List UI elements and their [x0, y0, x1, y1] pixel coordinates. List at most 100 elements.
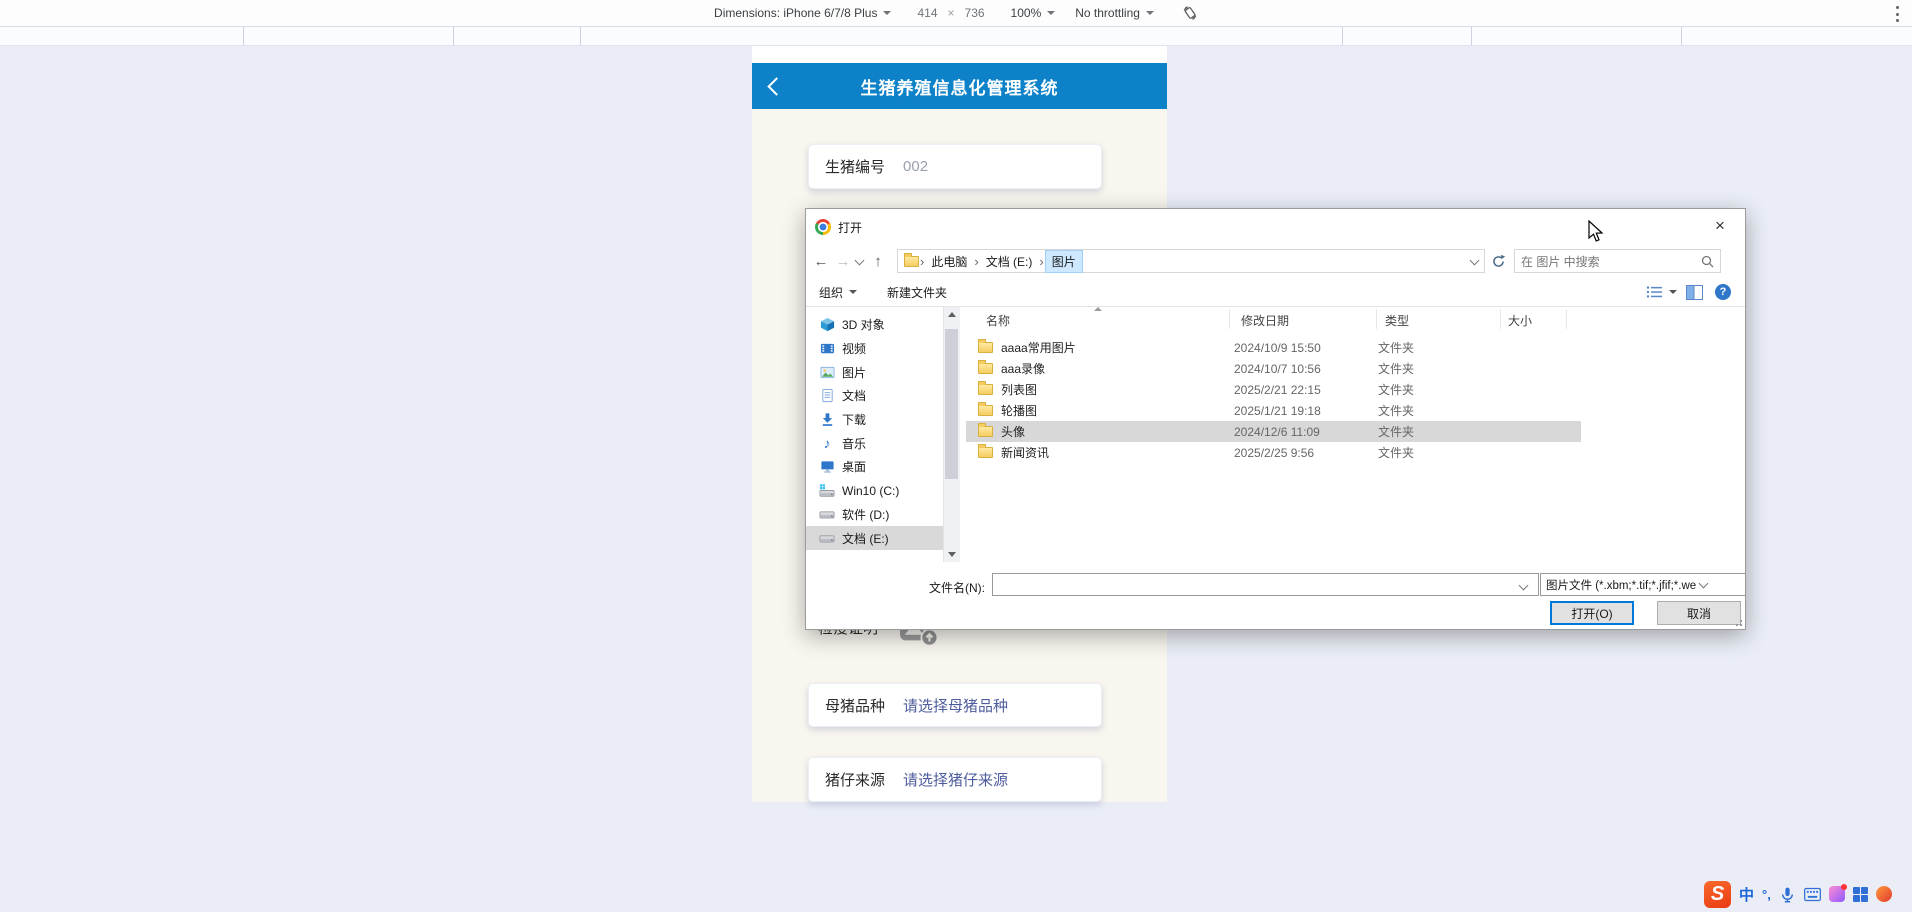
chrome-icon	[815, 219, 831, 235]
filename-input[interactable]	[992, 573, 1539, 596]
refresh-icon[interactable]	[1491, 254, 1506, 269]
chevron-down-icon[interactable]	[1519, 581, 1529, 591]
app-title: 生猪养殖信息化管理系统	[861, 74, 1059, 99]
pig-id-field[interactable]: 生猪编号 002	[808, 144, 1102, 189]
organize-label: 组织	[819, 284, 843, 301]
punctuation-toggle-icon[interactable]: °,	[1762, 887, 1771, 902]
file-type: 文件夹	[1378, 402, 1498, 419]
file-row[interactable]: 列表图 2025/2/21 22:15 文件夹	[966, 379, 1581, 400]
dialog-title: 打开	[838, 219, 862, 236]
file-row[interactable]: 新闻资讯 2025/2/25 9:56 文件夹	[966, 442, 1581, 463]
back-icon[interactable]	[767, 77, 785, 95]
media-query-strip[interactable]	[0, 27, 1912, 46]
folder-icon	[978, 426, 993, 437]
device-dimensions-dropdown[interactable]: Dimensions: iPhone 6/7/8 Plus	[714, 6, 891, 20]
sidebar-item-drive-e[interactable]: 文档 (E:)	[806, 526, 943, 550]
filetype-select[interactable]: 图片文件 (*.xbm;*.tif;*.jfif;*.we	[1540, 573, 1746, 596]
sidebar-label: 视频	[842, 340, 866, 357]
folder-icon	[978, 405, 993, 416]
dialog-titlebar[interactable]: 打开	[806, 209, 1745, 245]
chevron-down-icon	[1699, 579, 1709, 589]
file-row[interactable]: aaa录像 2024/10/7 10:56 文件夹	[966, 358, 1581, 379]
dialog-toolbar: 组织 新建文件夹 ?	[806, 279, 1745, 305]
file-date: 2024/12/6 11:09	[1234, 425, 1378, 439]
folder-icon	[978, 363, 993, 374]
view-mode-dropdown[interactable]	[1646, 285, 1677, 299]
zoom-dropdown[interactable]: 100%	[1011, 6, 1056, 20]
rotate-viewport-button[interactable]	[1182, 5, 1198, 21]
sidebar-item-3d-objects[interactable]: 3D 对象	[806, 313, 943, 337]
organize-dropdown[interactable]: 组织	[819, 284, 857, 301]
filename-label: 文件名(N):	[929, 579, 985, 596]
sidebar-scrollbar[interactable]	[943, 307, 960, 562]
open-button-label: 打开(O)	[1571, 605, 1612, 622]
help-button[interactable]: ?	[1715, 284, 1731, 300]
devtools-menu-button[interactable]	[1890, 5, 1904, 23]
breadcrumb-this-pc[interactable]: 此电脑	[925, 250, 973, 273]
resize-grip[interactable]	[1732, 616, 1742, 626]
scroll-up-icon	[948, 312, 956, 317]
file-row[interactable]: aaaa常用图片 2024/10/9 15:50 文件夹	[966, 337, 1581, 358]
cancel-button-label: 取消	[1687, 605, 1711, 622]
column-size[interactable]: 大小	[1508, 312, 1532, 329]
close-button[interactable]: ×	[1707, 215, 1733, 237]
pig-id-label: 生猪编号	[825, 156, 885, 177]
list-view-icon	[1646, 285, 1663, 299]
file-type: 文件夹	[1378, 381, 1498, 398]
clipped-tray-icon[interactable]	[1876, 886, 1892, 902]
search-box[interactable]: 在 图片 中搜索	[1514, 249, 1721, 273]
sidebar-item-desktop[interactable]: 桌面	[806, 455, 943, 479]
documents-icon	[819, 388, 835, 403]
new-folder-button[interactable]: 新建文件夹	[887, 284, 947, 301]
breadcrumb-pictures[interactable]: 图片	[1045, 250, 1083, 273]
address-dropdown-chevron-icon[interactable]	[1470, 255, 1480, 265]
sow-breed-picker[interactable]: 母猪品种 请选择母猪品种	[808, 683, 1102, 727]
nav-history-chevron-icon[interactable]	[855, 255, 865, 265]
open-button[interactable]: 打开(O)	[1550, 601, 1634, 625]
cancel-button[interactable]: 取消	[1657, 601, 1741, 625]
file-list: 名称 修改日期 类型 大小 aaaa常用图片 2024/10/9 15:50 文…	[966, 307, 1744, 562]
column-name[interactable]: 名称	[986, 312, 1010, 329]
sidebar-item-documents[interactable]: 文档	[806, 384, 943, 408]
sidebar-label: 下载	[842, 411, 866, 428]
folder-icon	[978, 384, 993, 395]
sidebar-item-videos[interactable]: 视频	[806, 337, 943, 361]
viewport-width-field[interactable]: 414	[917, 6, 937, 20]
breadcrumb-separator: ›	[974, 254, 978, 269]
file-row[interactable]: 轮播图 2025/1/21 19:18 文件夹	[966, 400, 1581, 421]
sidebar-item-drive-d[interactable]: 软件 (D:)	[806, 503, 943, 527]
sort-ascending-icon	[1094, 307, 1102, 311]
address-bar[interactable]: › 此电脑 › 文档 (E:) › 图片	[897, 249, 1485, 273]
file-date: 2025/1/21 19:18	[1234, 404, 1378, 418]
times-glyph: ×	[948, 6, 955, 20]
column-type[interactable]: 类型	[1385, 312, 1409, 329]
file-type: 文件夹	[1378, 339, 1498, 356]
nav-back-button[interactable]: ←	[810, 253, 832, 270]
sidebar-item-music[interactable]: ♪ 音乐	[806, 431, 943, 455]
viewport-height-field[interactable]: 736	[965, 6, 985, 20]
nav-forward-button[interactable]: →	[832, 253, 854, 270]
sogou-icon[interactable]: S	[1704, 881, 1731, 908]
toolbox-icon[interactable]	[1853, 887, 1868, 902]
scrollbar-thumb[interactable]	[945, 329, 958, 479]
chevron-down-icon	[1047, 11, 1055, 15]
throttling-dropdown[interactable]: No throttling	[1075, 6, 1154, 20]
column-date-modified[interactable]: 修改日期	[1241, 312, 1289, 329]
sow-breed-label: 母猪品种	[825, 695, 885, 716]
language-toggle-icon[interactable]: 中	[1739, 884, 1754, 905]
sidebar-item-downloads[interactable]: 下载	[806, 408, 943, 432]
preview-pane-icon[interactable]	[1686, 285, 1703, 300]
skin-center-icon[interactable]	[1829, 886, 1845, 902]
breadcrumb-drive-e[interactable]: 文档 (E:)	[980, 250, 1039, 273]
nav-up-button[interactable]: ↑	[867, 253, 889, 270]
sidebar-item-drive-c[interactable]: Win10 (C:)	[806, 479, 943, 503]
file-date: 2025/2/21 22:15	[1234, 383, 1378, 397]
new-folder-label: 新建文件夹	[887, 284, 947, 301]
sidebar-item-pictures[interactable]: 图片	[806, 360, 943, 384]
microphone-icon[interactable]	[1779, 886, 1796, 903]
keyboard-icon[interactable]	[1804, 886, 1821, 903]
desktop-icon	[819, 459, 835, 474]
rotate-icon	[1182, 5, 1198, 21]
piglet-source-picker[interactable]: 猪仔来源 请选择猪仔来源	[808, 757, 1102, 802]
file-row-selected[interactable]: 头像 2024/12/6 11:09 文件夹	[966, 421, 1581, 442]
